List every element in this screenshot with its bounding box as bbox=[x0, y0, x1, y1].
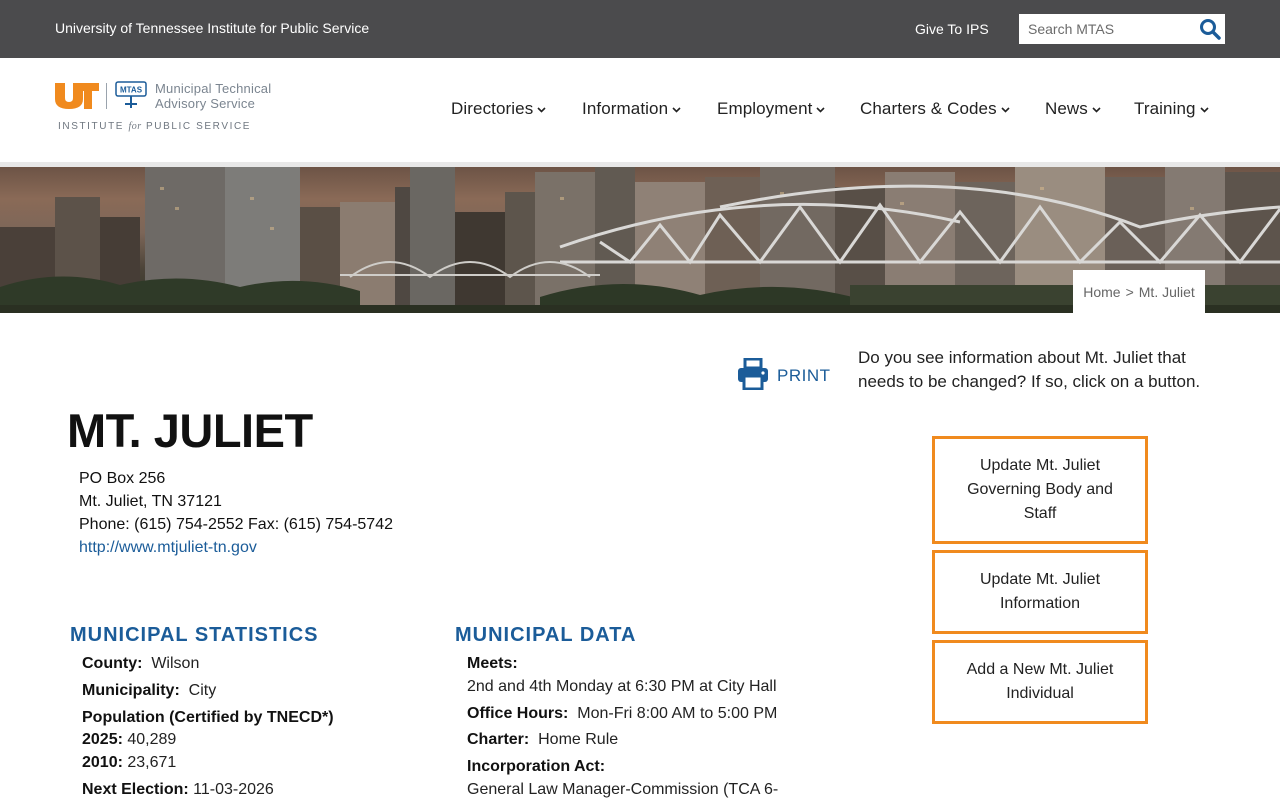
nav-label: Employment bbox=[717, 99, 813, 118]
nav-label: Charters & Codes bbox=[860, 99, 997, 118]
chevron-down-icon bbox=[537, 107, 546, 113]
next-election-row: Next Election: 11-03-2026 bbox=[82, 781, 274, 799]
mtas-name-line1: Municipal Technical bbox=[155, 81, 272, 96]
breadcrumb-home-link[interactable]: Home bbox=[1083, 284, 1120, 300]
address-line1: PO Box 256 bbox=[79, 470, 166, 487]
nav-news[interactable]: News bbox=[1045, 99, 1101, 119]
office-hours-label: Office Hours: bbox=[467, 705, 569, 722]
mtas-name-line2: Advisory Service bbox=[155, 96, 256, 111]
search-box bbox=[1019, 14, 1225, 44]
population-label: Population (Certified by TNECD*) bbox=[82, 709, 334, 726]
website-link[interactable]: http://www.mtjuliet-tn.gov bbox=[79, 539, 257, 556]
statistics-heading: MUNICIPAL STATISTICS bbox=[70, 624, 319, 646]
population-2010-label: 2010: bbox=[82, 754, 123, 771]
page-title: MT. JULIET bbox=[67, 404, 313, 457]
printer-icon bbox=[738, 358, 768, 390]
population-2010-row: 2010: 23,671 bbox=[82, 754, 176, 772]
office-hours-value: Mon-Fri 8:00 AM to 5:00 PM bbox=[577, 705, 778, 722]
update-notice: Do you see information about Mt. Juliet … bbox=[858, 348, 1201, 391]
logo-divider bbox=[106, 83, 107, 109]
municipality-value: City bbox=[188, 682, 217, 699]
breadcrumb: Home > Mt. Juliet bbox=[1073, 270, 1205, 313]
search-button[interactable] bbox=[1195, 14, 1225, 44]
breadcrumb-current: Mt. Juliet bbox=[1138, 283, 1195, 300]
nav-training[interactable]: Training bbox=[1134, 99, 1209, 119]
population-2025-label: 2025: bbox=[82, 731, 123, 748]
add-individual-button[interactable]: Add a New Mt. Juliet Individual bbox=[932, 640, 1148, 724]
county-value: Wilson bbox=[151, 655, 200, 672]
charter-value: Home Rule bbox=[538, 731, 619, 748]
ut-logo-icon bbox=[55, 83, 99, 109]
seal-text: MTAS bbox=[120, 86, 143, 95]
municipal-data-heading: MUNICIPAL DATA bbox=[455, 624, 637, 646]
county-label: County: bbox=[82, 655, 143, 672]
next-election-label: Next Election: bbox=[82, 781, 189, 798]
chevron-down-icon bbox=[1092, 107, 1101, 113]
chevron-down-icon bbox=[1200, 107, 1209, 113]
nav-label: News bbox=[1045, 99, 1088, 118]
incorporation-label-row: Incorporation Act: bbox=[467, 758, 605, 776]
meets-label: Meets: bbox=[467, 655, 518, 672]
chevron-down-icon bbox=[1001, 107, 1010, 113]
population-2025-row: 2025: 40,289 bbox=[82, 731, 176, 749]
nav-directories[interactable]: Directories bbox=[451, 99, 546, 119]
give-to-ips-link[interactable]: Give To IPS bbox=[915, 21, 989, 37]
meets-value: 2nd and 4th Monday at 6:30 PM at City Ha… bbox=[467, 678, 777, 695]
office-hours-row: Office Hours: Mon-Fri 8:00 AM to 5:00 PM bbox=[467, 705, 777, 723]
charter-label: Charter: bbox=[467, 731, 530, 748]
nav-information[interactable]: Information bbox=[582, 99, 681, 119]
breadcrumb-separator: > bbox=[1125, 283, 1134, 300]
nav-label: Information bbox=[582, 99, 669, 118]
nav-label: Training bbox=[1134, 99, 1196, 118]
site-logo[interactable]: MTAS Municipal Technical Advisory Servic… bbox=[55, 80, 285, 136]
mtas-seal-icon: MTAS bbox=[115, 81, 147, 108]
charter-row: Charter: Home Rule bbox=[467, 731, 618, 749]
chevron-down-icon bbox=[816, 107, 826, 113]
phone-fax: Phone: (615) 754-2552 Fax: (615) 754-574… bbox=[79, 516, 393, 533]
org-name[interactable]: University of Tennessee Institute for Pu… bbox=[55, 20, 369, 36]
ips-tagline-post: PUBLIC SERVICE bbox=[146, 121, 252, 132]
next-election-value: 11-03-2026 bbox=[193, 781, 274, 798]
nav-employment[interactable]: Employment bbox=[717, 99, 826, 119]
top-bar: University of Tennessee Institute for Pu… bbox=[0, 0, 1280, 58]
chevron-down-icon bbox=[672, 107, 681, 113]
print-label: PRINT bbox=[777, 366, 831, 385]
county-row: County: Wilson bbox=[82, 655, 199, 673]
ips-tagline-pre: INSTITUTE bbox=[58, 121, 125, 132]
search-icon bbox=[1200, 19, 1221, 40]
address-line2: Mt. Juliet, TN 37121 bbox=[79, 493, 222, 510]
address-block: PO Box 256 Mt. Juliet, TN 37121 Phone: (… bbox=[79, 467, 393, 559]
meets-label-row: Meets: bbox=[467, 655, 518, 673]
update-information-button[interactable]: Update Mt. Juliet Information bbox=[932, 550, 1148, 634]
municipality-row: Municipality: City bbox=[82, 682, 216, 700]
municipality-label: Municipality: bbox=[82, 682, 180, 699]
population-2025-value: 40,289 bbox=[127, 731, 177, 748]
search-input[interactable] bbox=[1019, 14, 1195, 44]
update-governing-body-button[interactable]: Update Mt. Juliet Governing Body and Sta… bbox=[932, 436, 1148, 544]
ips-tagline: INSTITUTE for PUBLIC SERVICE bbox=[58, 121, 251, 132]
incorporation-label: Incorporation Act: bbox=[467, 758, 606, 775]
population-2010-value: 23,671 bbox=[127, 754, 177, 771]
nav-charters-codes[interactable]: Charters & Codes bbox=[860, 99, 1010, 119]
mtas-name: Municipal Technical Advisory Service bbox=[155, 81, 271, 111]
population-row: Population (Certified by TNECD*) bbox=[82, 709, 334, 727]
incorporation-value: General Law Manager-Commission (TCA 6- bbox=[467, 781, 779, 798]
ips-tagline-for: for bbox=[128, 121, 142, 132]
print-button[interactable]: PRINT bbox=[737, 358, 831, 390]
nav-label: Directories bbox=[451, 99, 534, 118]
